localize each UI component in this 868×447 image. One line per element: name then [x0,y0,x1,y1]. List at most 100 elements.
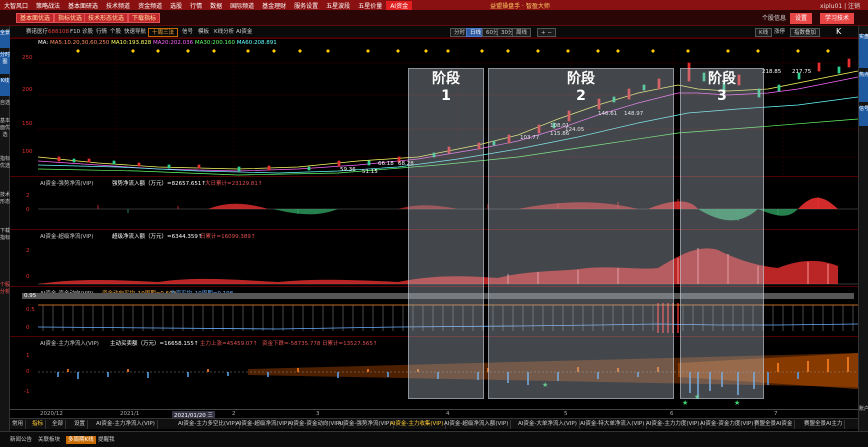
menu-item[interactable]: 行情 [186,1,206,10]
kline-select[interactable]: K线 [755,28,773,37]
tab-item[interactable]: 常用 [10,420,27,429]
menu-item[interactable]: 五星波段 [322,1,354,10]
left-sidebar: 全景 分时图 K线 自选 基本面优选 指标优选 技术形态 下载指标 个股分析 [0,26,10,431]
tab-download[interactable]: 下载指标 [128,13,161,23]
menu-item[interactable]: 服务设置 [290,1,322,10]
tab-item[interactable]: AI资金-主力净流入(VIP) [94,420,158,429]
panel-legend: 强势净流入额（万元）=82657.651↑ [112,181,206,187]
sidebar-item[interactable]: 个股分析 [0,282,10,322]
price-note: 218.85 [762,69,782,75]
sidebar-item[interactable]: 指标优选 [0,156,10,188]
user-info[interactable]: xiplu01 | 注销 [820,1,860,10]
panel-title: AI资金-超级净流(VIP) [40,234,94,240]
sidebar-item[interactable]: 自选 [0,100,10,116]
toolbar-item[interactable]: AI资金 [236,28,252,36]
index-overlay-select[interactable]: 指数叠加 [790,28,821,37]
app-title: 益盟操盘手 · 智盈大师 [490,2,550,10]
status-item[interactable]: 关联板块 [38,436,60,444]
menu-item[interactable]: 资金频道 [134,1,166,10]
k-icon[interactable]: K [836,28,841,36]
menu-item[interactable]: 策略战法 [32,1,64,10]
active-strategy-button[interactable]: 十周三法 [148,28,179,37]
stock-code: 688108 [48,29,69,35]
menu-item[interactable]: 基金理财 [258,1,290,10]
x-tick: 2020/12 [40,411,63,417]
toolbar-item[interactable]: F10 [70,28,80,36]
x-tick: 3 [316,411,320,417]
panel-legend: 大日累计=23129.81↑ [205,181,263,187]
sidebar-item[interactable]: 基本面优选 [0,118,10,152]
menu-item[interactable]: 国际频道 [226,1,258,10]
zoom-button[interactable]: + − [537,28,556,37]
tab-item[interactable]: 赛盟全景AI主力 [802,420,846,429]
toolbar-item[interactable]: 诊股 [82,28,93,36]
menu-item[interactable]: 选股 [166,1,186,10]
tab-item[interactable]: AI资金-超级净流入额(VIP) [442,420,512,429]
price-note: 59.36 [340,167,356,173]
stage-2-label: 阶段 2 [567,71,595,104]
toolbar-item[interactable]: K线分析 [214,28,234,36]
sidebar-right-item[interactable]: 热点 [859,72,868,102]
menu-item[interactable]: 基本面研选 [64,1,102,10]
x-tick: 4 [446,411,450,417]
tab-item-selected[interactable]: AI资金-主力收集(VIP) [388,420,447,429]
tab-item[interactable]: AI资金-大单净流入(VIP) [516,420,580,429]
tab-item[interactable]: AI资金-超级净流(VIP) [234,420,293,429]
menu-item[interactable]: 大智风口 [0,1,32,10]
menu-item[interactable]: 五星价量 [354,1,386,10]
toolbar-item[interactable]: 行情 [96,28,107,36]
tab-indicator[interactable]: 指标优选 [54,13,87,23]
toolbar-item[interactable]: 涨停 [774,28,785,36]
tab-item[interactable]: 全部 [50,420,67,429]
toolbar-item[interactable]: 信号 [182,28,193,36]
sidebar-item[interactable]: 全景 [0,30,10,48]
status-bar: 新闻公告 关联板块 多周期K线 提醒我 [0,431,868,447]
toolbar-item[interactable]: 个股 [110,28,121,36]
toolbar-item[interactable]: 模板 [198,28,209,36]
chart-toolbar: 赛诺医疗 688108 F10 诊股 行情 个股 快速导航 十周三法 信号 模板… [10,26,858,38]
panel-title: AI资金-强势净流(VIP) [40,181,94,187]
tab-item[interactable]: 设置 [72,420,89,429]
stock-info-link[interactable]: 个股信息 [757,13,791,24]
period-button[interactable]: 周线 [512,28,532,37]
sidebar-right-item[interactable]: 账户 [859,406,868,426]
tab-item[interactable]: AI资金-资金力度(VIP) [698,420,757,429]
status-item[interactable]: 新闻公告 [10,436,32,444]
panel-legend: 日累计=16099.389↑ [200,234,256,240]
x-tick: 7 [774,411,778,417]
stage-2-overlay: 阶段 2 [488,68,674,399]
panel-title: AI资金-主力净流入(VIP) [40,341,99,347]
menu-item[interactable]: 数据 [206,1,226,10]
sidebar-item[interactable]: 分时图 [0,52,10,74]
stock-name: 赛诺医疗 [26,29,49,35]
tab-item[interactable]: AI资金-主力力度(VIP) [644,420,703,429]
tab-item[interactable]: AI资金-主力多空比(VIP) [176,420,240,429]
toolbar-item[interactable]: 快速导航 [124,28,146,36]
sidebar-right-item[interactable]: 信号 [859,106,868,126]
panel-legend: 主力上涨=45459.07↑ [200,341,258,347]
sidebar-item[interactable]: K线 [0,78,10,96]
tab-fundamental[interactable]: 基本面优选 [16,13,55,23]
stage-1-label: 阶段 1 [432,71,460,104]
x-axis: 2020/12 2021/1 2021/01/20 三 2 3 4 5 6 7 [10,409,858,419]
price-note: 66.18 [378,161,394,167]
top-menu-bar: 大智风口 策略战法 基本面研选 技术频道 资金频道 选股 行情 数据 国际频道 … [0,0,868,10]
tab-item[interactable]: AI资金-特大单净流入(VIP) [578,420,648,429]
tab-item[interactable]: 赛盟全景AI资金 [752,420,796,429]
price-note: 217.75 [792,69,812,75]
sidebar-item[interactable]: 下载指标 [0,228,10,260]
tab-item[interactable]: 指标 [30,420,47,429]
settings-button[interactable]: 设置 [790,13,813,24]
tab-item[interactable]: AI资金-强势净流(VIP) [336,420,395,429]
x-tick: 6 [670,411,674,417]
sidebar-right-item[interactable]: 实盘 [859,34,868,68]
tab-pattern[interactable]: 技术形态优选 [84,13,129,23]
right-sidebar: 实盘 热点 信号 账户 [858,26,868,431]
learn-button[interactable]: 学习技术 [820,13,855,24]
status-item-active[interactable]: 多周期K线 [66,436,96,444]
sidebar-item[interactable]: 技术形态 [0,192,10,224]
menu-item[interactable]: 技术频道 [102,1,134,10]
indicator-tabs: 常用 指标 全部 设置 AI资金-主力净流入(VIP) AI资金-主力多空比(V… [10,418,858,429]
panel-legend: 资金下跌=-58735.778 [262,341,321,347]
status-item[interactable]: 提醒我 [98,436,115,444]
